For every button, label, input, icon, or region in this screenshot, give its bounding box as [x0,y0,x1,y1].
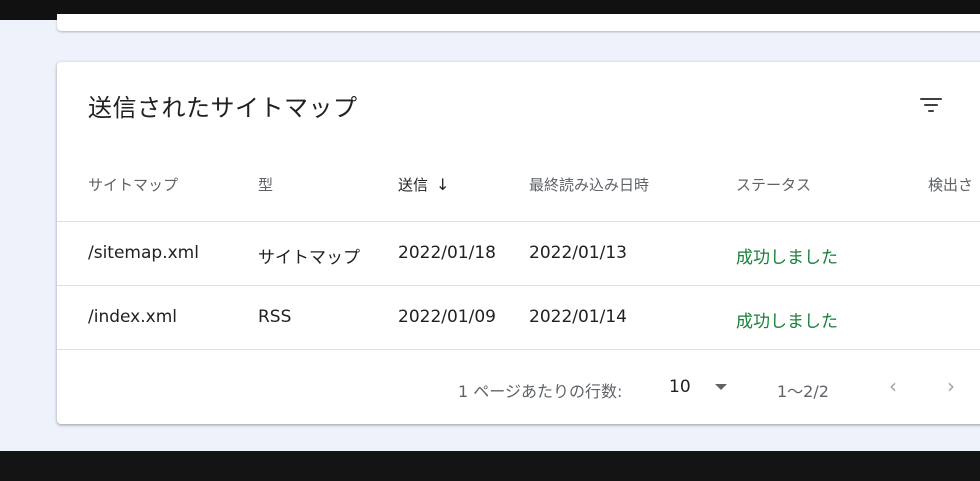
row-2-status: 成功しました [736,312,838,332]
row-1-last-read: 2022/01/13 [529,243,627,263]
row-2-submitted: 2022/01/09 [398,307,496,327]
submitted-sitemaps-card: 送信されたサイトマップ サイトマップ 型 送信 ↓ 最終読み込み日時 ステータス … [57,62,980,424]
row-1-type: サイトマップ [258,248,360,268]
footer-divider [57,349,980,350]
column-header-status[interactable]: ステータス [736,174,811,195]
row-2-type: RSS [258,307,292,327]
header-divider [57,221,980,222]
row-divider [57,285,980,286]
caret-down-icon [714,384,727,390]
rows-per-page-select[interactable]: 10 [669,376,727,398]
column-header-sitemap[interactable]: サイトマップ [88,174,178,195]
column-header-submitted-label: 送信 [398,176,429,194]
column-header-type[interactable]: 型 [258,174,273,195]
bottom-bar [0,451,980,481]
column-header-discovered[interactable]: 検出さ [928,174,973,195]
filter-icon[interactable] [915,91,947,119]
rows-per-page-label: 1 ページあたりの行数: [458,382,623,401]
row-1-status: 成功しました [736,248,838,268]
pagination-range: 1〜2/2 [777,382,829,401]
chevron-left-icon[interactable]: ‹ [881,373,905,399]
row-2-sitemap[interactable]: /index.xml [88,307,177,327]
card-title: 送信されたサイトマップ [88,94,358,122]
previous-card-edge [57,14,980,31]
column-header-last-read[interactable]: 最終読み込み日時 [529,174,649,195]
rows-per-page-value: 10 [669,377,691,397]
column-header-submitted[interactable]: 送信 ↓ [398,174,449,195]
row-1-sitemap[interactable]: /sitemap.xml [88,243,199,263]
arrow-down-icon: ↓ [436,175,450,194]
row-1-submitted: 2022/01/18 [398,243,496,263]
row-2-last-read: 2022/01/14 [529,307,627,327]
chevron-right-icon[interactable]: › [939,373,963,399]
